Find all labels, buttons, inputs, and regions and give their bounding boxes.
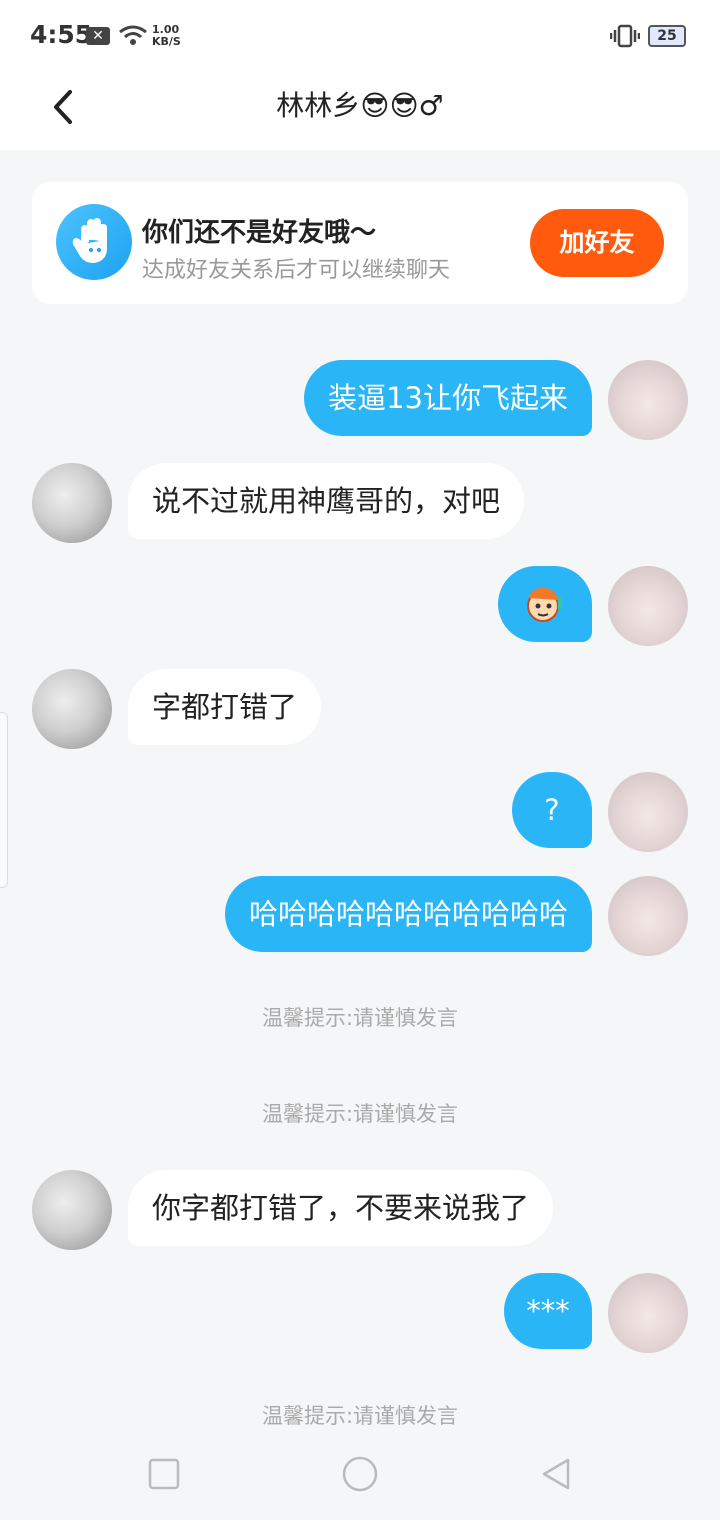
close-badge-icon: ✕ [86,27,110,45]
network-speed: 1.00 KB/S [152,24,181,48]
cartoon-face-sticker-icon [527,587,562,622]
system-nav-bar [0,1432,720,1520]
add-friend-button[interactable]: 加好友 [530,209,664,277]
network-speed-unit: KB/S [152,35,181,48]
hand-wave-icon [56,204,132,280]
message-bubble-incoming[interactable]: 字都打错了 [128,669,322,745]
chat-title: 林林乡😎😎♂ [276,89,444,122]
status-time: 4:55 [30,20,93,49]
wifi-icon [119,25,147,45]
message-bubble-outgoing[interactable]: ? [512,772,592,848]
message-bubble-outgoing[interactable]: 哈哈哈哈哈哈哈哈哈哈哈 [224,876,592,952]
status-bar: 4:55 ✕ 1.00 KB/S 25 [0,0,720,72]
contact-avatar[interactable] [32,1170,112,1250]
self-avatar[interactable] [608,360,688,440]
self-avatar[interactable] [608,876,688,956]
contact-avatar[interactable] [32,669,112,749]
notice-title: 你们还不是好友哦～ [142,218,377,248]
self-avatar[interactable] [608,1273,688,1353]
system-tip: 温馨提示:请谨慎发言 [261,1102,459,1126]
recent-apps-square-icon[interactable] [144,1454,184,1494]
message-bubble-outgoing[interactable]: 装逼13让你飞起来 [304,360,592,436]
vibrate-icon [610,24,640,48]
system-tip: 温馨提示:请谨慎发言 [261,1006,459,1030]
self-avatar[interactable] [608,772,688,852]
side-drawer-handle[interactable] [0,712,8,888]
message-bubble-outgoing[interactable]: *** [504,1273,592,1349]
message-bubble-outgoing-sticker[interactable] [498,566,592,642]
chat-header: 林林乡😎😎♂ [0,72,720,150]
self-avatar[interactable] [608,566,688,646]
system-tip: 温馨提示:请谨慎发言 [261,1404,459,1428]
notice-subtitle: 达成好友关系后才可以继续聊天 [142,258,451,283]
back-triangle-icon[interactable] [536,1454,576,1494]
friend-notice-card: 你们还不是好友哦～ 达成好友关系后才可以继续聊天 加好友 [32,182,688,304]
message-bubble-incoming[interactable]: 你字都打错了，不要来说我了 [128,1170,554,1246]
battery-indicator: 25 [648,25,686,47]
home-circle-icon[interactable] [340,1454,380,1494]
message-bubble-incoming[interactable]: 说不过就用神鹰哥的，对吧 [128,463,525,539]
contact-avatar[interactable] [32,463,112,543]
